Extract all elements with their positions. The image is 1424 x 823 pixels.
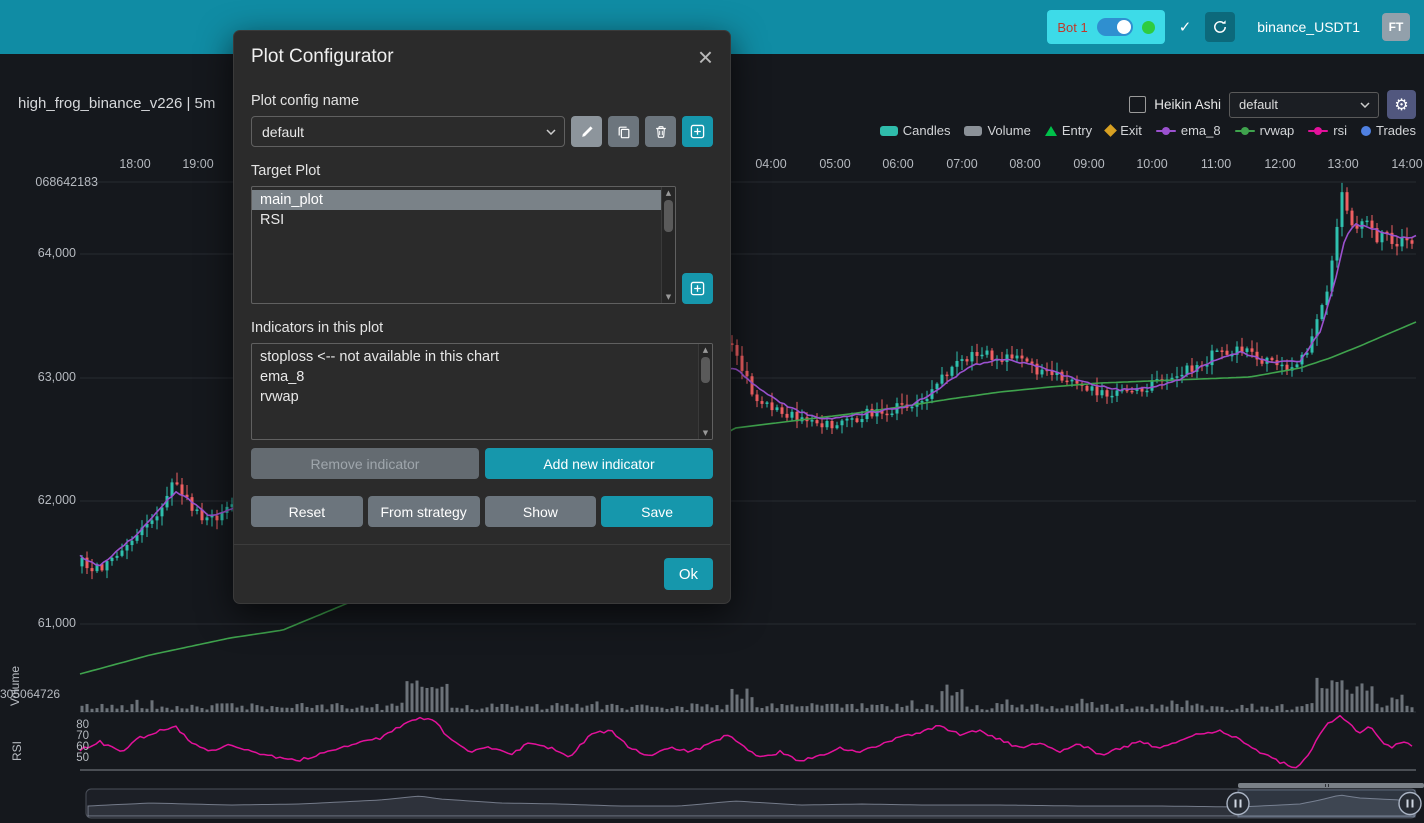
legend-label: Trades xyxy=(1376,123,1416,138)
modal-header: Plot Configurator × xyxy=(234,31,730,81)
reset-button[interactable]: Reset xyxy=(251,496,363,527)
edit-config-button[interactable] xyxy=(571,116,602,147)
rvwap-marker-icon xyxy=(1235,126,1255,136)
legend-item-ema-8[interactable]: ema_8 xyxy=(1156,123,1221,138)
chart-controls: Heikin Ashi default ⚙ xyxy=(1129,90,1416,119)
pencil-icon xyxy=(580,125,594,139)
scrollbar-thumb[interactable] xyxy=(701,357,710,383)
bot-name-label: Bot 1 xyxy=(1057,20,1087,35)
check-icon: ✓ xyxy=(1179,18,1192,36)
exit-marker-icon xyxy=(1104,124,1117,137)
indicators-scrollbar[interactable]: ▲ ▼ xyxy=(698,344,712,439)
config-name-select[interactable]: default xyxy=(251,116,565,147)
candles-marker-icon xyxy=(880,126,898,136)
datazoom-window[interactable] xyxy=(1238,790,1415,817)
target-plot-label: Target Plot xyxy=(251,163,713,179)
pair-label: binance_USDT1 xyxy=(1257,19,1360,35)
plot-config-name-label: Plot config name xyxy=(251,93,713,109)
bot-selector[interactable]: Bot 1 xyxy=(1047,10,1164,44)
heikin-ashi-checkbox[interactable] xyxy=(1129,96,1146,113)
chart-hscrollbar[interactable] xyxy=(1238,783,1424,788)
indicator-option[interactable]: ema_8 xyxy=(252,367,699,387)
ema_8-marker-icon xyxy=(1156,126,1176,136)
target-plot-scrollbar[interactable]: ▲ ▼ xyxy=(661,187,675,303)
legend-item-rsi[interactable]: rsi xyxy=(1308,123,1347,138)
plus-square-icon xyxy=(690,281,705,296)
refresh-button[interactable] xyxy=(1205,12,1235,42)
scroll-down-icon[interactable]: ▼ xyxy=(662,293,675,301)
scrollbar-thumb[interactable] xyxy=(664,200,673,232)
toggle-knob xyxy=(1117,20,1131,34)
legend-label: Volume xyxy=(987,123,1030,138)
heikin-ashi-label: Heikin Ashi xyxy=(1154,97,1221,112)
copy-icon xyxy=(617,125,631,139)
bot-toggle[interactable] xyxy=(1097,18,1133,36)
legend-label: Exit xyxy=(1120,123,1142,138)
plot-config-select[interactable]: default xyxy=(1229,92,1379,118)
trash-icon xyxy=(654,125,668,139)
bot-online-dot xyxy=(1142,21,1155,34)
remove-indicator-button[interactable]: Remove indicator xyxy=(251,448,479,479)
indicators-list[interactable]: stoploss <-- not available in this chart… xyxy=(251,343,713,440)
indicator-option[interactable]: stoploss <-- not available in this chart xyxy=(252,347,699,367)
add-plot-button[interactable] xyxy=(682,273,713,304)
volume-axis-title: Volume xyxy=(8,650,22,706)
rsi-line xyxy=(80,716,1412,768)
from-strategy-button[interactable]: From strategy xyxy=(368,496,480,527)
scroll-up-icon[interactable]: ▲ xyxy=(662,189,675,197)
legend-item-rvwap[interactable]: rvwap xyxy=(1235,123,1295,138)
datazoom-left-handle[interactable] xyxy=(1227,793,1249,815)
modal-footer: Ok xyxy=(234,544,730,603)
legend-item-volume[interactable]: Volume xyxy=(964,123,1030,138)
add-new-indicator-button[interactable]: Add new indicator xyxy=(485,448,713,479)
modal-title: Plot Configurator xyxy=(251,46,394,68)
legend-item-trades[interactable]: Trades xyxy=(1361,123,1416,138)
rsi-axis-title: RSI xyxy=(10,731,24,761)
chevron-down-icon xyxy=(1360,102,1370,108)
refresh-icon xyxy=(1212,19,1228,35)
legend-label: rvwap xyxy=(1260,123,1295,138)
datazoom-right-handle[interactable] xyxy=(1399,793,1421,815)
scroll-down-icon[interactable]: ▼ xyxy=(699,429,712,437)
save-button[interactable]: Save xyxy=(601,496,713,527)
legend-label: ema_8 xyxy=(1181,123,1221,138)
legend-label: Candles xyxy=(903,123,951,138)
legend-item-exit[interactable]: Exit xyxy=(1106,123,1142,138)
trades-marker-icon xyxy=(1361,126,1371,136)
legend-item-entry[interactable]: Entry xyxy=(1045,123,1092,138)
plot-configurator-modal: Plot Configurator × Plot config name def… xyxy=(233,30,731,604)
indicator-option[interactable]: rvwap xyxy=(252,387,699,407)
legend-label: Entry xyxy=(1062,123,1092,138)
plot-configurator-button[interactable]: ⚙ xyxy=(1387,90,1416,119)
target-plot-option[interactable]: RSI xyxy=(252,210,662,230)
scroll-up-icon[interactable]: ▲ xyxy=(699,346,712,354)
duplicate-config-button[interactable] xyxy=(608,116,639,147)
ft-logo[interactable]: FT xyxy=(1382,13,1410,41)
chart-title: high_frog_binance_v226 | 5m xyxy=(18,95,215,112)
legend-label: rsi xyxy=(1333,123,1347,138)
gear-icon: ⚙ xyxy=(1394,95,1408,114)
close-icon[interactable]: × xyxy=(698,47,713,67)
ok-button[interactable]: Ok xyxy=(664,558,713,590)
legend-item-candles[interactable]: Candles xyxy=(880,123,951,138)
legend: Candles Volume Entry Exit ema_8 rvwap rsi Trade… xyxy=(880,123,1416,138)
entry-marker-icon xyxy=(1045,126,1057,136)
target-plot-list[interactable]: main_plotRSI ▲ ▼ xyxy=(251,186,676,304)
show-button[interactable]: Show xyxy=(485,496,597,527)
target-plot-option[interactable]: main_plot xyxy=(252,190,662,210)
indicators-label: Indicators in this plot xyxy=(251,320,713,336)
rsi-marker-icon xyxy=(1308,126,1328,136)
volume-marker-icon xyxy=(964,126,982,136)
delete-config-button[interactable] xyxy=(645,116,676,147)
chevron-down-icon xyxy=(546,129,556,135)
plus-square-icon xyxy=(690,124,705,139)
add-config-button[interactable] xyxy=(682,116,713,147)
